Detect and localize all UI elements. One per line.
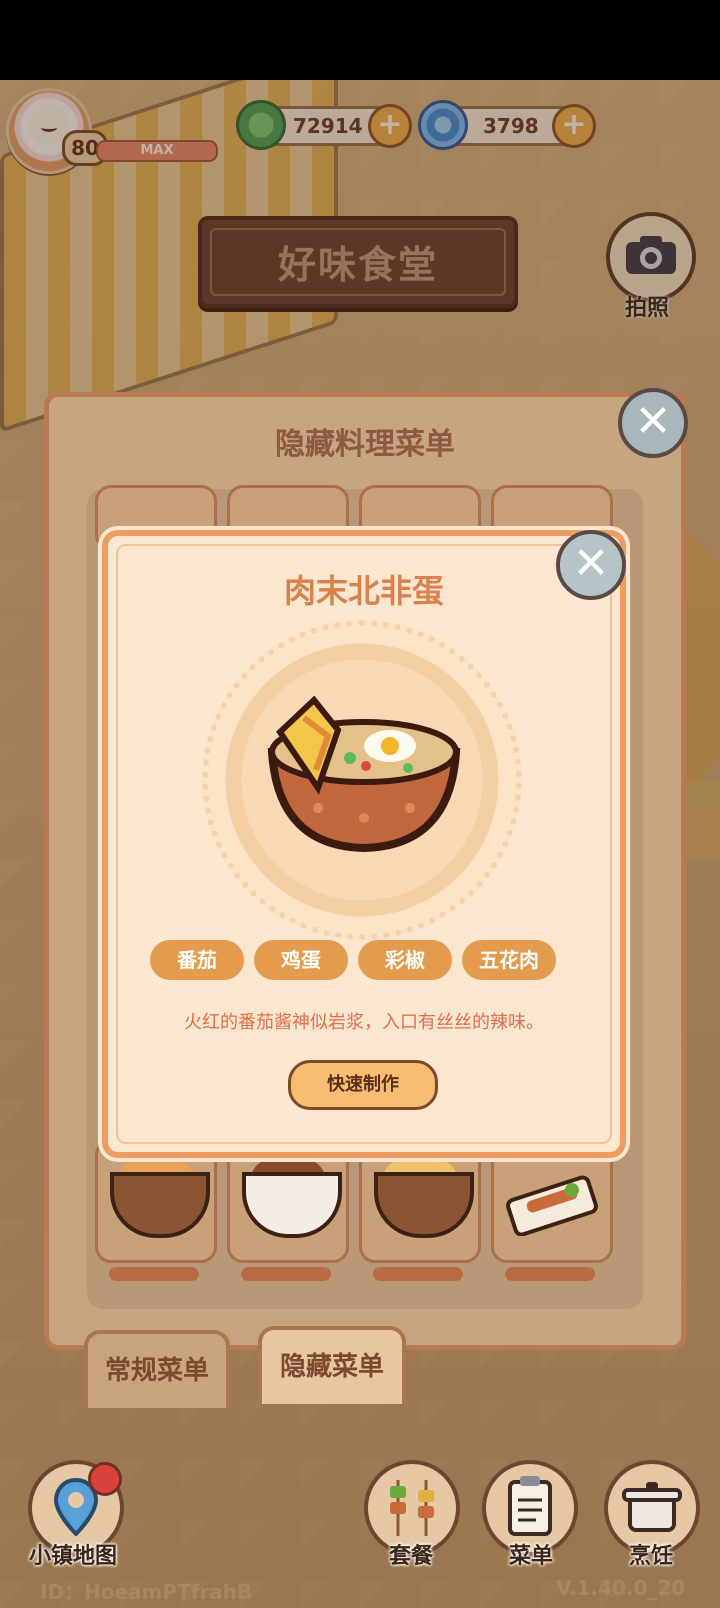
recipe-title: 肉末北非蛋 bbox=[283, 572, 444, 610]
recipe-name-stub bbox=[505, 1267, 595, 1281]
shakshuka-dish-icon bbox=[267, 696, 461, 853]
recipe-name-stub bbox=[373, 1267, 463, 1281]
notification-dot bbox=[88, 1462, 122, 1496]
town-map-label: 小镇地图 bbox=[28, 1544, 117, 1569]
cook-label: 烹饪 bbox=[628, 1544, 673, 1569]
tab-regular-menu[interactable]: 常规菜单 bbox=[84, 1330, 230, 1408]
skewer-icon bbox=[390, 1480, 434, 1536]
clipboard-icon bbox=[508, 1476, 552, 1536]
skewer-plate-icon bbox=[506, 1175, 598, 1236]
player-id: ID：HoeamPTfrahB bbox=[40, 1580, 253, 1604]
ingredient-tag: 番茄 bbox=[150, 940, 244, 980]
version-label: V.1.40.0_20 bbox=[556, 1576, 686, 1600]
status-bar bbox=[0, 0, 720, 80]
bowl-icon bbox=[242, 1172, 342, 1238]
tab-hidden-menu[interactable]: 隐藏菜单 bbox=[258, 1326, 406, 1404]
bowl-icon bbox=[374, 1172, 474, 1238]
set-meal-label: 套餐 bbox=[388, 1544, 433, 1569]
ingredient-tag: 鸡蛋 bbox=[254, 940, 348, 980]
cooking-pot-icon bbox=[622, 1482, 682, 1532]
recipe-name-stub bbox=[241, 1267, 331, 1281]
recipe-description: 火红的番茄酱神似岩浆，入口有丝丝的辣味。 bbox=[184, 1012, 544, 1033]
hidden-menu-title: 隐藏料理菜单 bbox=[275, 427, 455, 462]
menu-label: 菜单 bbox=[508, 1544, 553, 1569]
recipe-detail-popup: 肉末北非蛋 番茄 鸡蛋 彩椒 五花肉 火红的番茄酱神似岩浆，入口有丝丝的辣味。 … bbox=[102, 530, 626, 1158]
close-hidden-menu-button[interactable]: ✕ bbox=[618, 388, 688, 458]
ingredient-tag: 彩椒 bbox=[358, 940, 452, 980]
close-recipe-detail-button[interactable]: ✕ bbox=[556, 530, 626, 600]
ingredient-tag: 五花肉 bbox=[462, 940, 556, 980]
quick-make-button[interactable]: 快速制作 bbox=[288, 1060, 438, 1110]
bowl-icon bbox=[110, 1172, 210, 1238]
recipe-name-stub bbox=[109, 1267, 199, 1281]
